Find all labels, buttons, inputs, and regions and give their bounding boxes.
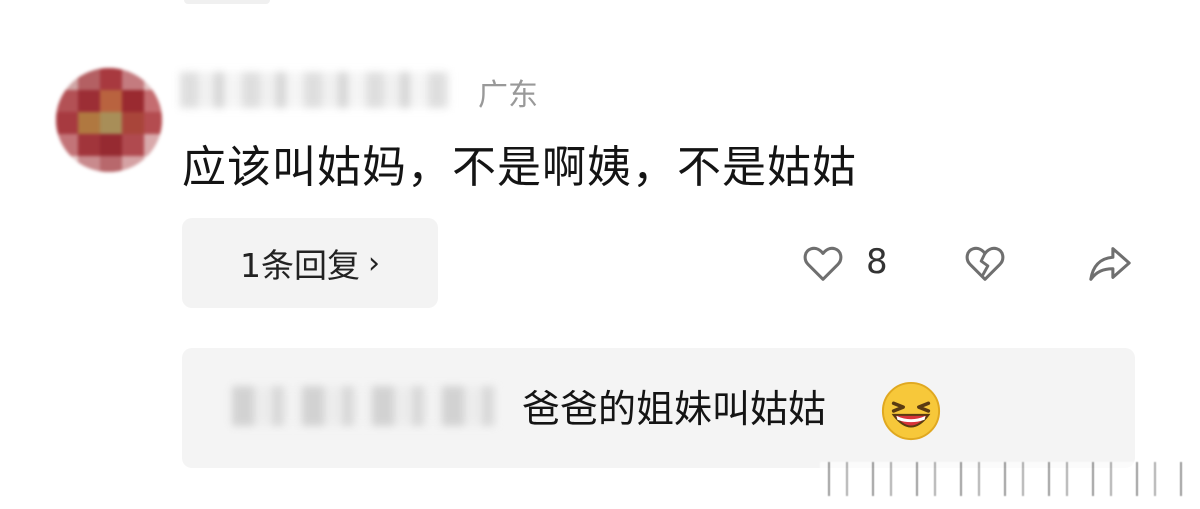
sub-reply-text: 爸爸的姐妹叫姑姑	[522, 387, 827, 431]
previous-item-edge	[184, 0, 270, 4]
share-arrow-icon[interactable]	[1086, 240, 1134, 286]
broken-heart-icon[interactable]	[962, 240, 1008, 286]
grinning-squinting-face-emoji	[881, 381, 941, 441]
view-replies-button[interactable]: 1条回复 ›	[182, 218, 438, 308]
watermark-obscured	[820, 462, 1192, 496]
heart-outline-icon[interactable]	[800, 240, 846, 286]
like-count: 8	[866, 242, 888, 282]
username-obscured[interactable]	[180, 72, 450, 108]
avatar[interactable]	[56, 68, 162, 172]
chevron-right-icon: ›	[368, 245, 380, 281]
view-replies-label: 1条回复	[240, 246, 360, 285]
sub-reply-username-obscured	[232, 386, 498, 426]
location-label: 广东	[478, 78, 538, 113]
comment-text: 应该叫姑妈，不是啊姨，不是姑姑	[182, 142, 857, 193]
